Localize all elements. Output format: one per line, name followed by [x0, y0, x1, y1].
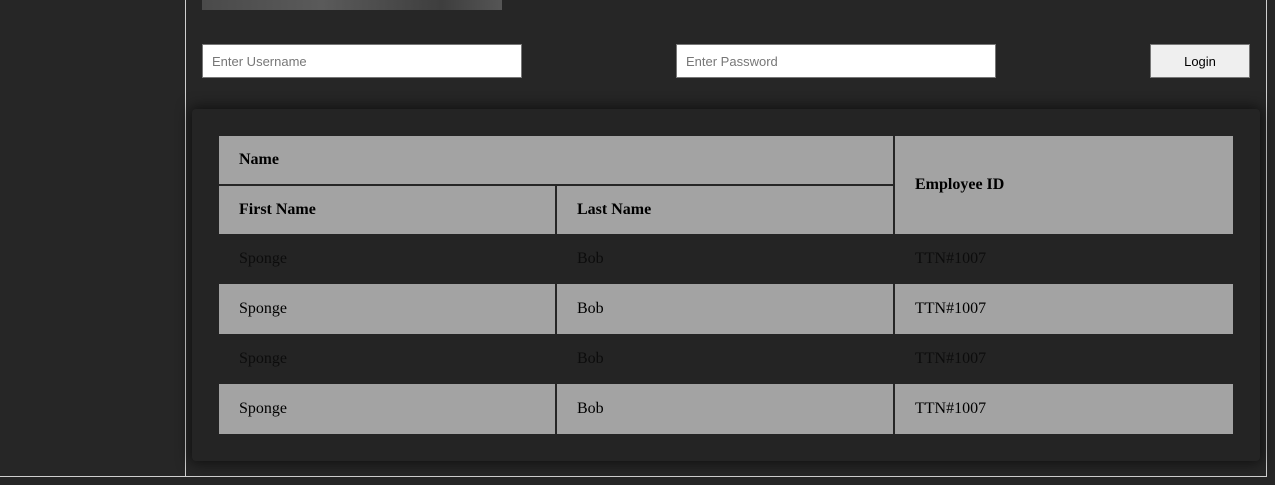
employee-id-cell: TTN#1007: [894, 234, 1233, 284]
last-name-cell: Bob: [556, 384, 895, 434]
first-name-header: First Name: [219, 185, 557, 234]
table-row: Sponge Bob TTN#1007: [219, 284, 1233, 334]
sidebar: [0, 0, 186, 476]
last-name-header: Last Name: [556, 185, 895, 234]
username-input[interactable]: [202, 44, 522, 78]
first-name-cell: Sponge: [219, 334, 557, 384]
last-name-cell: Bob: [556, 334, 895, 384]
first-name-cell: Sponge: [219, 234, 557, 284]
table-row: Sponge Bob TTN#1007: [219, 334, 1233, 384]
first-name-cell: Sponge: [219, 284, 557, 334]
page: Login Name Employee ID First Name Last N…: [0, 0, 1275, 485]
last-name-cell: Bob: [556, 234, 895, 284]
last-name-cell: Bob: [556, 284, 895, 334]
employee-id-cell: TTN#1007: [894, 334, 1233, 384]
header-banner-image: [202, 0, 502, 10]
employee-table: Name Employee ID First Name Last Name Sp…: [219, 136, 1233, 434]
employee-id-cell: TTN#1007: [894, 384, 1233, 434]
employee-id-cell: TTN#1007: [894, 284, 1233, 334]
table-row: Sponge Bob TTN#1007: [219, 384, 1233, 434]
login-button[interactable]: Login: [1150, 44, 1250, 78]
frame-border-bottom: [0, 476, 1266, 477]
first-name-cell: Sponge: [219, 384, 557, 434]
employee-id-header: Employee ID: [894, 136, 1233, 234]
frame-border-right: [1266, 0, 1267, 477]
table-row: Sponge Bob TTN#1007: [219, 234, 1233, 284]
password-input[interactable]: [676, 44, 996, 78]
name-group-header: Name: [219, 136, 895, 186]
employee-table-card: Name Employee ID First Name Last Name Sp…: [192, 109, 1260, 461]
